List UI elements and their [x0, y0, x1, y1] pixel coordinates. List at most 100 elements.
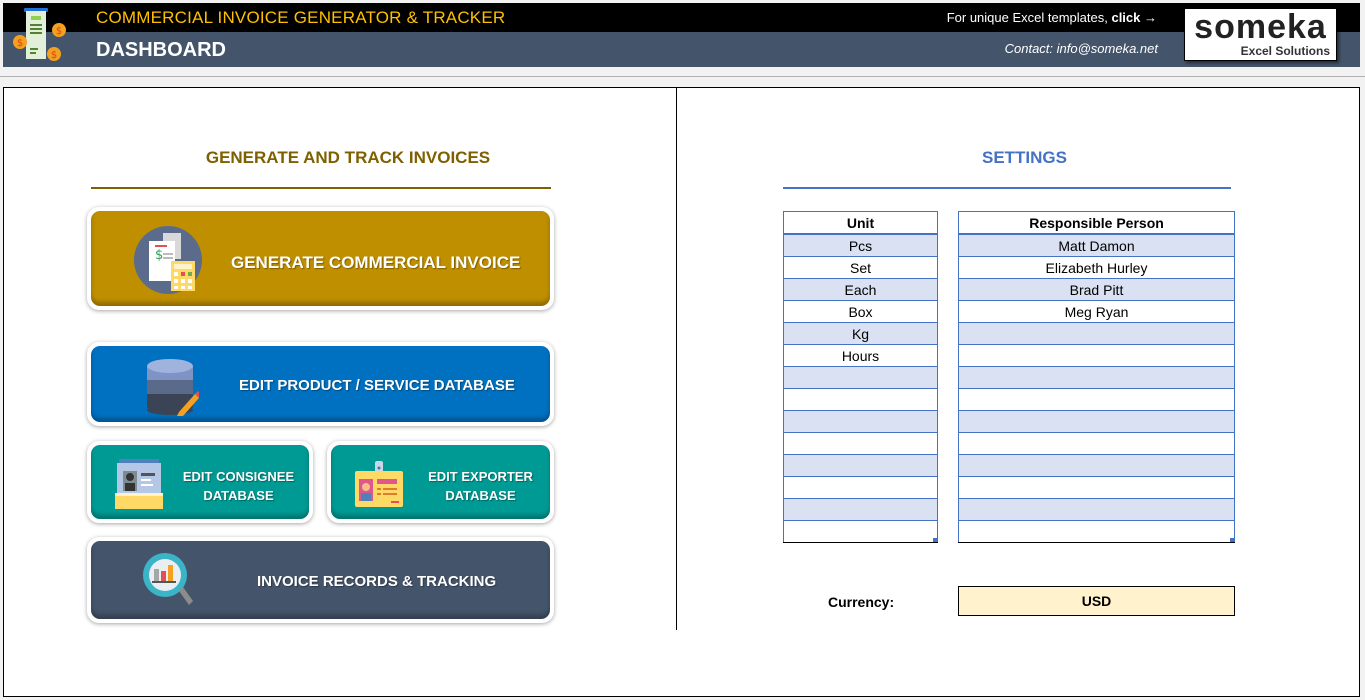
database-edit-icon	[147, 359, 199, 416]
promo-link[interactable]: For unique Excel templates, click →	[947, 10, 1157, 25]
person-table-row: Brad Pitt	[958, 278, 1235, 301]
person-table-cell[interactable]	[958, 366, 1235, 389]
page-title: DASHBOARD	[96, 39, 226, 61]
logo-brand: someka	[1194, 8, 1327, 46]
app-title: COMMERCIAL INVOICE GENERATOR & TRACKER	[96, 8, 506, 27]
generate-invoice-button[interactable]: $ GENERATE COMMERCIAL INVOICE	[87, 207, 554, 310]
currency-label: Currency:	[828, 594, 895, 610]
invoice-records-face[interactable]: INVOICE RECORDS & TRACKING	[91, 541, 550, 619]
person-table-row	[958, 432, 1235, 455]
unit-table-cell[interactable]: Each	[783, 278, 938, 301]
invoice-money-icon: $ $ $	[13, 8, 66, 61]
person-table-cell[interactable]	[958, 344, 1235, 367]
settings-title: SETTINGS	[981, 148, 1067, 167]
person-table-row	[958, 366, 1235, 389]
person-table-resize-handle[interactable]	[1230, 538, 1234, 542]
unit-table-row	[783, 476, 938, 499]
settings-rule	[783, 187, 1231, 189]
person-table-cell[interactable]	[958, 322, 1235, 345]
person-table-header: Responsible Person	[958, 211, 1235, 235]
invoice-records-label: INVOICE RECORDS & TRACKING	[257, 573, 497, 590]
contact-email[interactable]: Contact: info@someka.net	[1005, 41, 1158, 56]
unit-table-resize-handle[interactable]	[933, 538, 937, 542]
magnifier-chart-icon	[143, 553, 193, 605]
person-table-cell[interactable]	[958, 388, 1235, 411]
person-table-cell[interactable]	[958, 520, 1235, 543]
edit-product-database-button[interactable]: EDIT PRODUCT / SERVICE DATABASE	[87, 342, 554, 426]
section-divider	[676, 88, 677, 630]
person-table-row	[958, 476, 1235, 499]
unit-table-cell[interactable]: Box	[783, 300, 938, 323]
unit-table-cell[interactable]	[783, 454, 938, 477]
person-table-cell[interactable]	[958, 498, 1235, 521]
person-table-cell[interactable]	[958, 476, 1235, 499]
person-table-cell[interactable]	[958, 410, 1235, 433]
unit-table-row: Box	[783, 300, 938, 323]
generate-invoice-label: GENERATE COMMERCIAL INVOICE	[231, 253, 521, 272]
badge-icon	[355, 461, 403, 507]
edit-exporter-database-face[interactable]: EDIT EXPORTER DATABASE	[331, 445, 550, 519]
unit-table-row: Hours	[783, 344, 938, 367]
unit-table-row	[783, 498, 938, 521]
person-table-cell[interactable]	[958, 454, 1235, 477]
person-table-cell[interactable]: Brad Pitt	[958, 278, 1235, 301]
promo-text: For unique Excel templates,	[946, 10, 1112, 25]
left-section-rule	[91, 187, 551, 189]
header-separator	[0, 76, 1365, 77]
unit-table-row	[783, 366, 938, 389]
unit-table-cell[interactable]	[783, 410, 938, 433]
svg-text:$: $	[155, 248, 163, 263]
person-table-cell[interactable]: Meg Ryan	[958, 300, 1235, 323]
unit-table-row: Pcs	[783, 233, 938, 257]
unit-table-cell[interactable]: Pcs	[783, 233, 938, 257]
person-table-row	[958, 520, 1235, 543]
id-card-stack-icon	[115, 459, 163, 509]
unit-table-row: Kg	[783, 322, 938, 345]
person-table-row: Meg Ryan	[958, 300, 1235, 323]
generate-invoice-face[interactable]: $ GENERATE COMMERCIAL INVOICE	[91, 211, 550, 306]
receipt-calculator-icon: $	[134, 226, 202, 294]
promo-click[interactable]: click →	[1111, 10, 1157, 25]
unit-table-row	[783, 432, 938, 455]
unit-table-row: Each	[783, 278, 938, 301]
person-table-row	[958, 322, 1235, 345]
currency-field[interactable]: USD	[958, 586, 1235, 616]
unit-table-cell[interactable]	[783, 476, 938, 499]
unit-table-header: Unit	[783, 211, 938, 235]
svg-text:$: $	[17, 38, 23, 49]
unit-table-row	[783, 388, 938, 411]
unit-table-row	[783, 454, 938, 477]
edit-consignee-database-button[interactable]: EDIT CONSIGNEE DATABASE	[87, 441, 313, 523]
edit-exporter-database-button[interactable]: EDIT EXPORTER DATABASE	[327, 441, 554, 523]
unit-table-cell[interactable]: Hours	[783, 344, 938, 367]
unit-table-cell[interactable]	[783, 520, 938, 543]
person-table-row	[958, 454, 1235, 477]
unit-table: Unit Pcs Set Each Box Kg Hours	[783, 211, 938, 543]
svg-text:$: $	[51, 50, 57, 61]
edit-product-database-label: EDIT PRODUCT / SERVICE DATABASE	[239, 377, 515, 394]
unit-table-cell[interactable]	[783, 432, 938, 455]
person-table-cell[interactable]	[958, 432, 1235, 455]
left-section-title: GENERATE AND TRACK INVOICES	[205, 148, 491, 167]
responsible-person-table: Responsible Person Matt Damon Elizabeth H…	[958, 211, 1235, 543]
edit-consignee-database-label: EDIT CONSIGNEE DATABASE	[182, 469, 295, 503]
person-table-row: Matt Damon	[958, 233, 1235, 257]
person-table-row	[958, 388, 1235, 411]
unit-table-cell[interactable]	[783, 388, 938, 411]
unit-table-cell[interactable]: Set	[783, 256, 938, 279]
person-table-cell[interactable]: Matt Damon	[958, 233, 1235, 257]
unit-table-cell[interactable]	[783, 498, 938, 521]
unit-table-row	[783, 410, 938, 433]
person-table-row	[958, 410, 1235, 433]
logo-subtitle: Excel Solutions	[1240, 44, 1330, 58]
unit-table-cell[interactable]	[783, 366, 938, 389]
edit-consignee-database-face[interactable]: EDIT CONSIGNEE DATABASE	[91, 445, 309, 519]
person-table-row: Elizabeth Hurley	[958, 256, 1235, 279]
unit-table-row: Set	[783, 256, 938, 279]
invoice-records-button[interactable]: INVOICE RECORDS & TRACKING	[87, 537, 554, 623]
unit-table-cell[interactable]: Kg	[783, 322, 938, 345]
unit-table-row	[783, 520, 938, 543]
someka-logo[interactable]: someka Excel Solutions	[1184, 8, 1337, 61]
person-table-cell[interactable]: Elizabeth Hurley	[958, 256, 1235, 279]
edit-product-database-face[interactable]: EDIT PRODUCT / SERVICE DATABASE	[91, 346, 550, 422]
